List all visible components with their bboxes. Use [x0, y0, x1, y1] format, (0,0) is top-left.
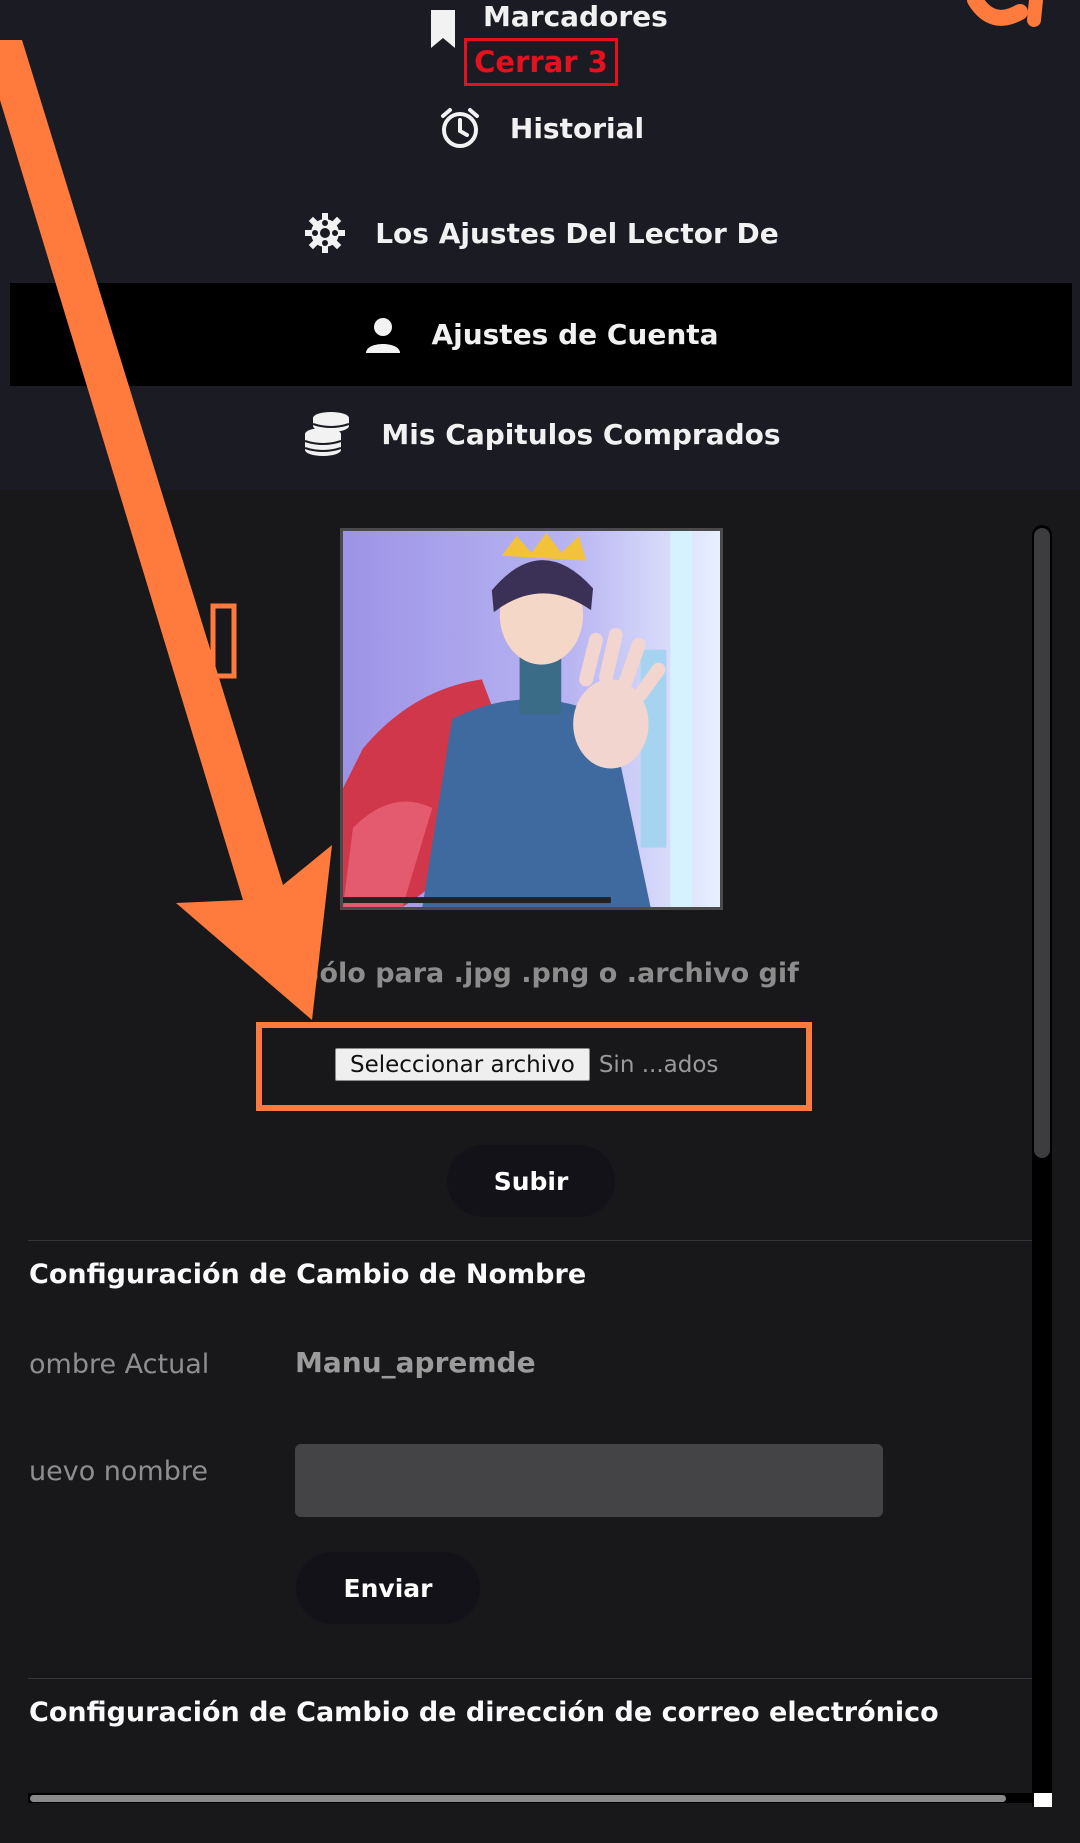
- choose-file-button[interactable]: Seleccionar archivo: [335, 1048, 590, 1081]
- name-change-title: Configuración de Cambio de Nombre: [29, 1259, 587, 1290]
- side-menu: Marcadores Cerrar 3 Historial Los Ajuste…: [0, 0, 1080, 490]
- email-change-title: Configuración de Cambio de dirección de …: [29, 1697, 939, 1728]
- menu-label-reader-settings: Los Ajustes Del Lector De: [375, 216, 779, 250]
- menu-item-account-settings[interactable]: Ajustes de Cuenta: [10, 283, 1072, 386]
- close-menu-button[interactable]: Cerrar 3: [464, 38, 618, 86]
- menu-label-purchased-chapters: Mis Capitulos Comprados: [381, 417, 781, 451]
- file-status-text: Sin ...ados: [598, 1051, 719, 1078]
- menu-item-purchased-chapters[interactable]: Mis Capitulos Comprados: [10, 386, 1072, 482]
- new-name-input[interactable]: [295, 1444, 883, 1517]
- page: { "colors": { "background": "#18181b", "…: [0, 0, 1080, 1843]
- coins-stack-icon: [301, 410, 353, 458]
- menu-label-history: Historial: [509, 111, 645, 145]
- file-input[interactable]: Seleccionar archivo Sin ...ados: [335, 1048, 718, 1081]
- file-type-hint: Sólo para .jpg .png o .archivo gif: [300, 958, 799, 989]
- menu-item-history[interactable]: Historial: [10, 92, 1072, 164]
- menu-label-bookmarks: Marcadores: [483, 0, 668, 33]
- profile-avatar: [340, 528, 723, 910]
- alarm-clock-icon: [438, 106, 482, 150]
- upload-button[interactable]: Subir: [447, 1145, 615, 1217]
- scrollbar-corner: [1034, 1793, 1052, 1807]
- section-divider: [28, 1678, 1032, 1679]
- current-name-label: ombre Actual: [29, 1349, 210, 1380]
- horizontal-scrollbar-thumb[interactable]: [30, 1795, 1006, 1802]
- bookmark-icon: [428, 8, 458, 50]
- menu-item-reader-settings[interactable]: Los Ajustes Del Lector De: [10, 188, 1072, 278]
- menu-label-account-settings: Ajustes de Cuenta: [431, 318, 719, 351]
- user-icon: [363, 315, 403, 355]
- current-name-value: Manu_apremde: [295, 1346, 536, 1379]
- vertical-scrollbar-thumb[interactable]: [1034, 528, 1050, 1158]
- section-divider: [28, 1240, 1032, 1241]
- gear-icon: [303, 211, 347, 255]
- new-name-label: uevo nombre: [29, 1456, 208, 1487]
- send-button[interactable]: Enviar: [296, 1552, 480, 1624]
